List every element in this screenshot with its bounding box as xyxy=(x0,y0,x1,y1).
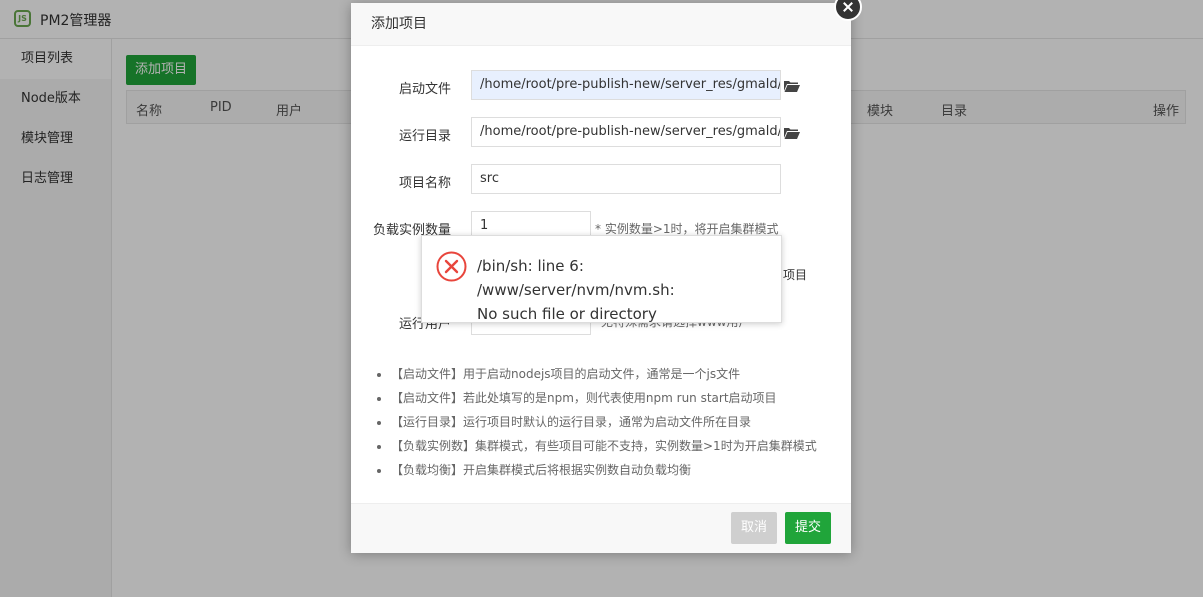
run-dir-input[interactable]: /home/root/pre-publish-new/server_res/gm… xyxy=(471,117,781,147)
error-message-text: /bin/sh: line 6: /www/server/nvm/nvm.sh:… xyxy=(477,254,772,326)
error-line-2: No such file or directory xyxy=(477,305,657,323)
submit-button[interactable]: 提交 xyxy=(785,512,831,544)
project-name-input[interactable]: src xyxy=(471,164,781,194)
error-x-circle-icon xyxy=(436,251,467,282)
tip-item: 【启动文件】用于启动nodejs项目的启动文件，通常是一个js文件 xyxy=(391,366,817,390)
folder-open-icon[interactable] xyxy=(784,127,800,139)
tip-item: 【启动文件】若此处填写的是npm，则代表使用npm run start启动项目 xyxy=(391,390,817,414)
tip-item: 【运行目录】运行项目时默认的运行目录，通常为启动文件所在目录 xyxy=(391,414,817,438)
memory-hint: 项目 xyxy=(783,268,808,282)
start-file-label: 启动文件 xyxy=(398,82,451,97)
dialog-footer: 取消 提交 xyxy=(351,503,851,553)
start-file-input[interactable]: /home/root/pre-publish-new/server_res/gm… xyxy=(471,70,781,100)
error-message-toast: /bin/sh: line 6: /www/server/nvm/nvm.sh:… xyxy=(421,235,782,323)
folder-open-icon[interactable] xyxy=(784,80,800,92)
tip-item: 【负载实例数】集群模式，有些项目可能不支持，实例数量>1时为开启集群模式 xyxy=(391,438,817,462)
cancel-button[interactable]: 取消 xyxy=(731,512,777,544)
dialog-title: 添加项目 xyxy=(351,3,851,46)
error-line-1: /bin/sh: line 6: /www/server/nvm/nvm.sh: xyxy=(477,257,675,299)
project-name-label: 项目名称 xyxy=(398,176,451,191)
run-dir-label: 运行目录 xyxy=(398,129,451,144)
tip-item: 【负载均衡】开启集群模式后将根据实例数自动负载均衡 xyxy=(391,462,817,486)
tips-list: 【启动文件】用于启动nodejs项目的启动文件，通常是一个js文件 【启动文件】… xyxy=(371,366,817,486)
